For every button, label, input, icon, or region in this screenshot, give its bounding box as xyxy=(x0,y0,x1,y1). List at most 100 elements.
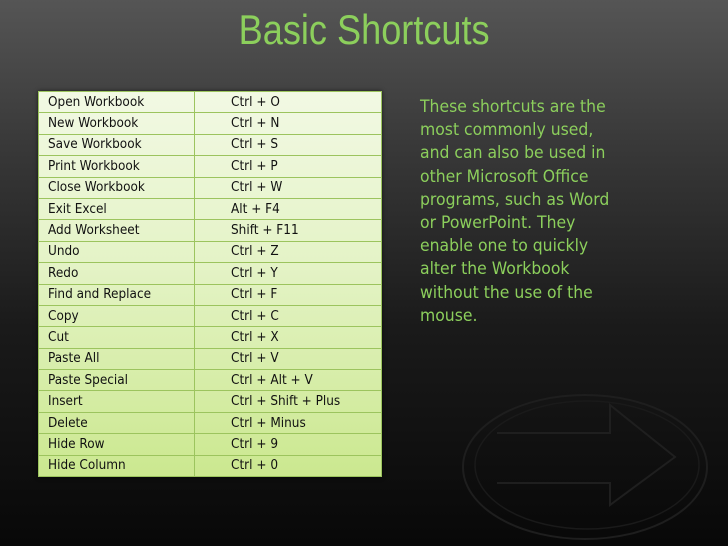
action-label: Print Workbook xyxy=(48,158,140,174)
table-row: Redo Ctrl + Y xyxy=(38,262,382,285)
action-label: Add Worksheet xyxy=(48,223,140,239)
shortcut-label: Ctrl + Y xyxy=(231,265,278,281)
shortcut-label: Ctrl + Z xyxy=(231,244,279,260)
action-label: Redo xyxy=(48,265,79,281)
action-label: New Workbook xyxy=(48,116,139,132)
shortcut-cell: Ctrl + Shift + Plus xyxy=(194,390,382,413)
action-cell: Delete xyxy=(38,411,195,435)
description-text: These shortcuts are the most commonly use… xyxy=(420,96,690,328)
action-cell: Exit Excel xyxy=(38,197,195,221)
table-row: Find and Replace Ctrl + F xyxy=(38,283,382,306)
action-label: Find and Replace xyxy=(48,287,152,303)
table-row: Open Workbook Ctrl + O xyxy=(38,90,382,114)
action-cell: Save Workbook xyxy=(38,133,195,157)
description-line: and can also be used in xyxy=(420,143,606,164)
description-line: enable one to quickly xyxy=(420,236,589,257)
table-row: Insert Ctrl + Shift + Plus xyxy=(38,390,382,413)
shortcut-label: Ctrl + P xyxy=(231,158,278,174)
action-cell: Redo xyxy=(38,262,195,285)
shortcut-cell: Ctrl + 9 xyxy=(194,433,382,456)
description-line: mouse. xyxy=(420,305,478,326)
table-row: Cut Ctrl + X xyxy=(38,326,382,349)
shortcut-cell: Ctrl + W xyxy=(194,176,382,199)
action-cell: Print Workbook xyxy=(38,155,195,178)
shortcut-label: Alt + F4 xyxy=(231,201,280,217)
action-label: Cut xyxy=(48,329,69,345)
shortcut-label: Ctrl + W xyxy=(231,180,283,196)
action-label: Hide Column xyxy=(48,458,126,474)
description-line: other Microsoft Office xyxy=(420,166,589,187)
table-row: Print Workbook Ctrl + P xyxy=(38,155,382,178)
table-row: Exit Excel Alt + F4 xyxy=(38,197,382,221)
action-cell: Hide Column xyxy=(38,454,195,478)
shortcut-cell: Ctrl + Y xyxy=(194,262,382,285)
shortcut-cell: Ctrl + Minus xyxy=(194,411,382,435)
action-cell: Paste Special xyxy=(38,369,195,392)
action-cell: New Workbook xyxy=(38,112,195,135)
action-cell: Undo xyxy=(38,240,195,264)
action-cell: Copy xyxy=(38,304,195,328)
shortcut-label: Ctrl + C xyxy=(231,308,279,324)
table-row: Undo Ctrl + Z xyxy=(38,240,382,264)
action-cell: Cut xyxy=(38,326,195,349)
shortcut-cell: Alt + F4 xyxy=(194,197,382,221)
description-line: without the use of the xyxy=(420,282,593,303)
shortcut-cell: Ctrl + V xyxy=(194,347,382,371)
shortcut-cell: Ctrl + O xyxy=(194,90,382,114)
table-row: New Workbook Ctrl + N xyxy=(38,112,382,135)
action-cell: Open Workbook xyxy=(38,90,195,114)
description-line: most commonly used, xyxy=(420,120,594,141)
action-label: Save Workbook xyxy=(48,137,142,153)
table-row: Save Workbook Ctrl + S xyxy=(38,133,382,157)
action-label: Copy xyxy=(48,308,79,324)
shortcut-cell: Ctrl + N xyxy=(194,112,382,135)
table-row: Paste All Ctrl + V xyxy=(38,347,382,371)
next-arrow-icon[interactable] xyxy=(455,385,715,545)
shortcut-label: Ctrl + N xyxy=(231,116,280,132)
action-label: Open Workbook xyxy=(48,94,145,110)
slide-title: Basic Shortcuts xyxy=(238,6,490,53)
action-label: Undo xyxy=(48,244,80,260)
description-line: alter the Workbook xyxy=(420,259,570,280)
shortcut-label: Ctrl + Shift + Plus xyxy=(231,394,341,410)
table-row: Close Workbook Ctrl + W xyxy=(38,176,382,199)
shortcut-cell: Ctrl + P xyxy=(194,155,382,178)
shortcut-label: Ctrl + Minus xyxy=(231,415,306,431)
action-label: Paste All xyxy=(48,351,100,367)
shortcut-label: Shift + F11 xyxy=(231,223,299,239)
action-cell: Hide Row xyxy=(38,433,195,456)
shortcut-label: Ctrl + 0 xyxy=(231,458,279,474)
description-line: or PowerPoint. They xyxy=(420,213,576,234)
action-cell: Add Worksheet xyxy=(38,219,195,242)
table-row: Delete Ctrl + Minus xyxy=(38,411,382,435)
shortcut-cell: Ctrl + Z xyxy=(194,240,382,264)
table-row: Copy Ctrl + C xyxy=(38,304,382,328)
action-label: Hide Row xyxy=(48,436,105,452)
shortcut-label: Ctrl + V xyxy=(231,351,279,367)
shortcut-cell: Ctrl + C xyxy=(194,304,382,328)
table-row: Hide Column Ctrl + 0 xyxy=(38,454,382,478)
table-row: Paste Special Ctrl + Alt + V xyxy=(38,369,382,392)
shortcut-label: Ctrl + Alt + V xyxy=(231,372,313,388)
table-row: Add Worksheet Shift + F11 xyxy=(38,219,382,242)
shortcut-cell: Ctrl + X xyxy=(194,326,382,349)
action-label: Insert xyxy=(48,394,83,410)
shortcut-cell: Ctrl + S xyxy=(194,133,382,157)
action-cell: Insert xyxy=(38,390,195,413)
action-cell: Paste All xyxy=(38,347,195,371)
action-label: Close Workbook xyxy=(48,180,145,196)
table-row: Hide Row Ctrl + 9 xyxy=(38,433,382,456)
shortcut-cell: Ctrl + Alt + V xyxy=(194,369,382,392)
description-line: These shortcuts are the xyxy=(420,97,606,117)
shortcut-cell: Ctrl + 0 xyxy=(194,454,382,478)
shortcut-cell: Ctrl + F xyxy=(194,283,382,306)
action-label: Exit Excel xyxy=(48,201,107,217)
shortcut-label: Ctrl + F xyxy=(231,287,278,303)
action-label: Delete xyxy=(48,415,88,431)
shortcut-label: Ctrl + O xyxy=(231,94,280,110)
shortcuts-table: Open Workbook Ctrl + O New Workbook Ctrl + … xyxy=(38,90,382,478)
action-cell: Close Workbook xyxy=(38,176,195,199)
shortcut-label: Ctrl + 9 xyxy=(231,436,279,452)
shortcut-cell: Shift + F11 xyxy=(194,219,382,242)
action-cell: Find and Replace xyxy=(38,283,195,306)
